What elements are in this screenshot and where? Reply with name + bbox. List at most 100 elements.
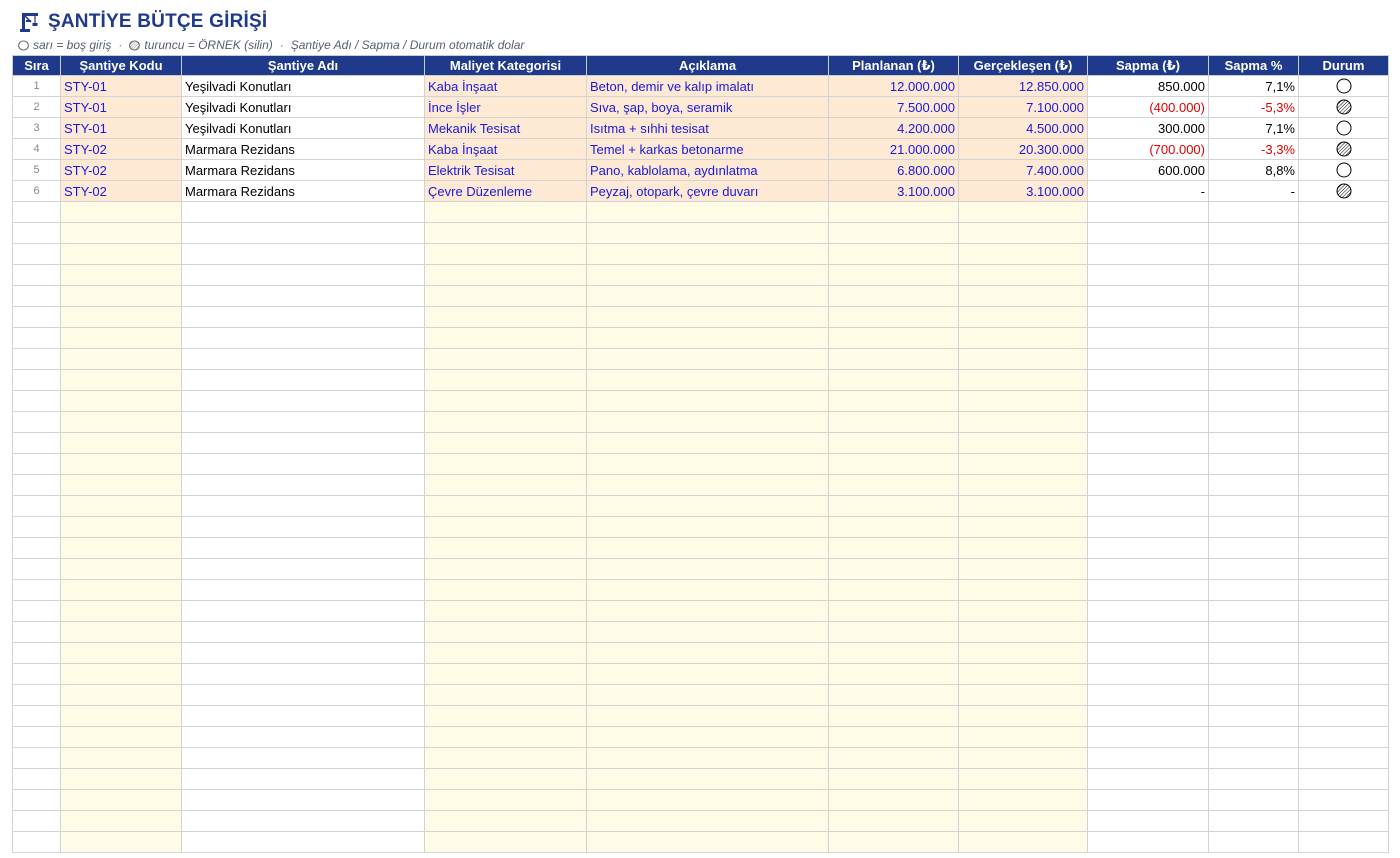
site-name-cell[interactable] xyxy=(181,600,425,622)
site-code-cell[interactable]: STY-02 xyxy=(60,159,182,181)
variance-percent-cell[interactable] xyxy=(1208,558,1299,580)
row-number-cell[interactable] xyxy=(12,537,61,559)
cost-category-cell[interactable] xyxy=(424,705,587,727)
description-cell[interactable] xyxy=(586,411,829,433)
description-cell[interactable] xyxy=(586,747,829,769)
variance-percent-cell[interactable] xyxy=(1208,327,1299,349)
description-cell[interactable]: Peyzaj, otopark, çevre duvarı xyxy=(586,180,829,202)
variance-cell[interactable] xyxy=(1087,201,1209,223)
status-cell[interactable] xyxy=(1298,579,1389,601)
cost-category-cell[interactable] xyxy=(424,474,587,496)
row-number-cell[interactable] xyxy=(12,264,61,286)
site-name-cell[interactable]: Yeşilvadi Konutları xyxy=(181,96,425,118)
variance-percent-cell[interactable]: -5,3% xyxy=(1208,96,1299,118)
planned-amount-cell[interactable] xyxy=(828,642,959,664)
status-cell[interactable] xyxy=(1298,474,1389,496)
planned-amount-cell[interactable]: 6.800.000 xyxy=(828,159,959,181)
actual-amount-cell[interactable] xyxy=(958,621,1088,643)
site-code-cell[interactable] xyxy=(60,789,182,811)
status-cell[interactable] xyxy=(1298,747,1389,769)
cost-category-cell[interactable] xyxy=(424,369,587,391)
variance-cell[interactable] xyxy=(1087,411,1209,433)
column-header-planlanan[interactable]: Planlanan (₺) xyxy=(828,55,959,76)
status-cell[interactable] xyxy=(1298,600,1389,622)
site-name-cell[interactable] xyxy=(181,390,425,412)
site-code-cell[interactable] xyxy=(60,369,182,391)
description-cell[interactable] xyxy=(586,495,829,517)
site-code-cell[interactable] xyxy=(60,453,182,475)
site-code-cell[interactable] xyxy=(60,495,182,517)
cost-category-cell[interactable] xyxy=(424,663,587,685)
planned-amount-cell[interactable] xyxy=(828,537,959,559)
variance-cell[interactable] xyxy=(1087,768,1209,790)
actual-amount-cell[interactable] xyxy=(958,390,1088,412)
site-code-cell[interactable] xyxy=(60,327,182,349)
status-cell[interactable] xyxy=(1298,516,1389,538)
variance-percent-cell[interactable] xyxy=(1208,684,1299,706)
status-cell[interactable] xyxy=(1298,768,1389,790)
planned-amount-cell[interactable] xyxy=(828,306,959,328)
actual-amount-cell[interactable] xyxy=(958,558,1088,580)
variance-percent-cell[interactable] xyxy=(1208,369,1299,391)
planned-amount-cell[interactable]: 7.500.000 xyxy=(828,96,959,118)
cost-category-cell[interactable] xyxy=(424,432,587,454)
cost-category-cell[interactable] xyxy=(424,201,587,223)
row-number-cell[interactable]: 5 xyxy=(12,159,61,181)
cost-category-cell[interactable] xyxy=(424,495,587,517)
variance-cell[interactable] xyxy=(1087,642,1209,664)
cost-category-cell[interactable] xyxy=(424,327,587,349)
status-cell[interactable] xyxy=(1298,558,1389,580)
actual-amount-cell[interactable] xyxy=(958,369,1088,391)
row-number-cell[interactable]: 3 xyxy=(12,117,61,139)
status-cell[interactable] xyxy=(1298,726,1389,748)
actual-amount-cell[interactable] xyxy=(958,600,1088,622)
variance-cell[interactable] xyxy=(1087,369,1209,391)
row-number-cell[interactable] xyxy=(12,348,61,370)
description-cell[interactable] xyxy=(586,243,829,265)
variance-percent-cell[interactable] xyxy=(1208,516,1299,538)
actual-amount-cell[interactable] xyxy=(958,306,1088,328)
status-cell[interactable] xyxy=(1298,411,1389,433)
cost-category-cell[interactable] xyxy=(424,600,587,622)
site-code-cell[interactable] xyxy=(60,747,182,769)
description-cell[interactable] xyxy=(586,390,829,412)
site-code-cell[interactable]: STY-02 xyxy=(60,138,182,160)
variance-cell[interactable] xyxy=(1087,705,1209,727)
planned-amount-cell[interactable] xyxy=(828,684,959,706)
variance-cell[interactable] xyxy=(1087,684,1209,706)
variance-cell[interactable] xyxy=(1087,537,1209,559)
actual-amount-cell[interactable] xyxy=(958,642,1088,664)
cost-category-cell[interactable] xyxy=(424,684,587,706)
site-code-cell[interactable]: STY-01 xyxy=(60,117,182,139)
variance-percent-cell[interactable] xyxy=(1208,432,1299,454)
status-cell[interactable] xyxy=(1298,831,1389,853)
description-cell[interactable] xyxy=(586,621,829,643)
row-number-cell[interactable] xyxy=(12,516,61,538)
site-name-cell[interactable]: Yeşilvadi Konutları xyxy=(181,117,425,139)
variance-cell[interactable] xyxy=(1087,579,1209,601)
status-cell[interactable] xyxy=(1298,621,1389,643)
variance-percent-cell[interactable]: -3,3% xyxy=(1208,138,1299,160)
cost-category-cell[interactable] xyxy=(424,789,587,811)
site-name-cell[interactable] xyxy=(181,768,425,790)
planned-amount-cell[interactable] xyxy=(828,600,959,622)
cost-category-cell[interactable] xyxy=(424,411,587,433)
row-number-cell[interactable] xyxy=(12,474,61,496)
variance-percent-cell[interactable]: 7,1% xyxy=(1208,117,1299,139)
site-name-cell[interactable] xyxy=(181,831,425,853)
actual-amount-cell[interactable] xyxy=(958,222,1088,244)
site-name-cell[interactable] xyxy=(181,789,425,811)
cost-category-cell[interactable] xyxy=(424,768,587,790)
actual-amount-cell[interactable]: 12.850.000 xyxy=(958,75,1088,97)
actual-amount-cell[interactable] xyxy=(958,348,1088,370)
variance-percent-cell[interactable] xyxy=(1208,789,1299,811)
variance-percent-cell[interactable] xyxy=(1208,222,1299,244)
column-header-aciklama[interactable]: Açıklama xyxy=(586,55,829,76)
site-code-cell[interactable]: STY-01 xyxy=(60,96,182,118)
variance-cell[interactable] xyxy=(1087,474,1209,496)
variance-percent-cell[interactable] xyxy=(1208,831,1299,853)
site-name-cell[interactable] xyxy=(181,747,425,769)
site-code-cell[interactable] xyxy=(60,705,182,727)
variance-percent-cell[interactable] xyxy=(1208,201,1299,223)
column-header-sira[interactable]: Sıra xyxy=(12,55,61,76)
